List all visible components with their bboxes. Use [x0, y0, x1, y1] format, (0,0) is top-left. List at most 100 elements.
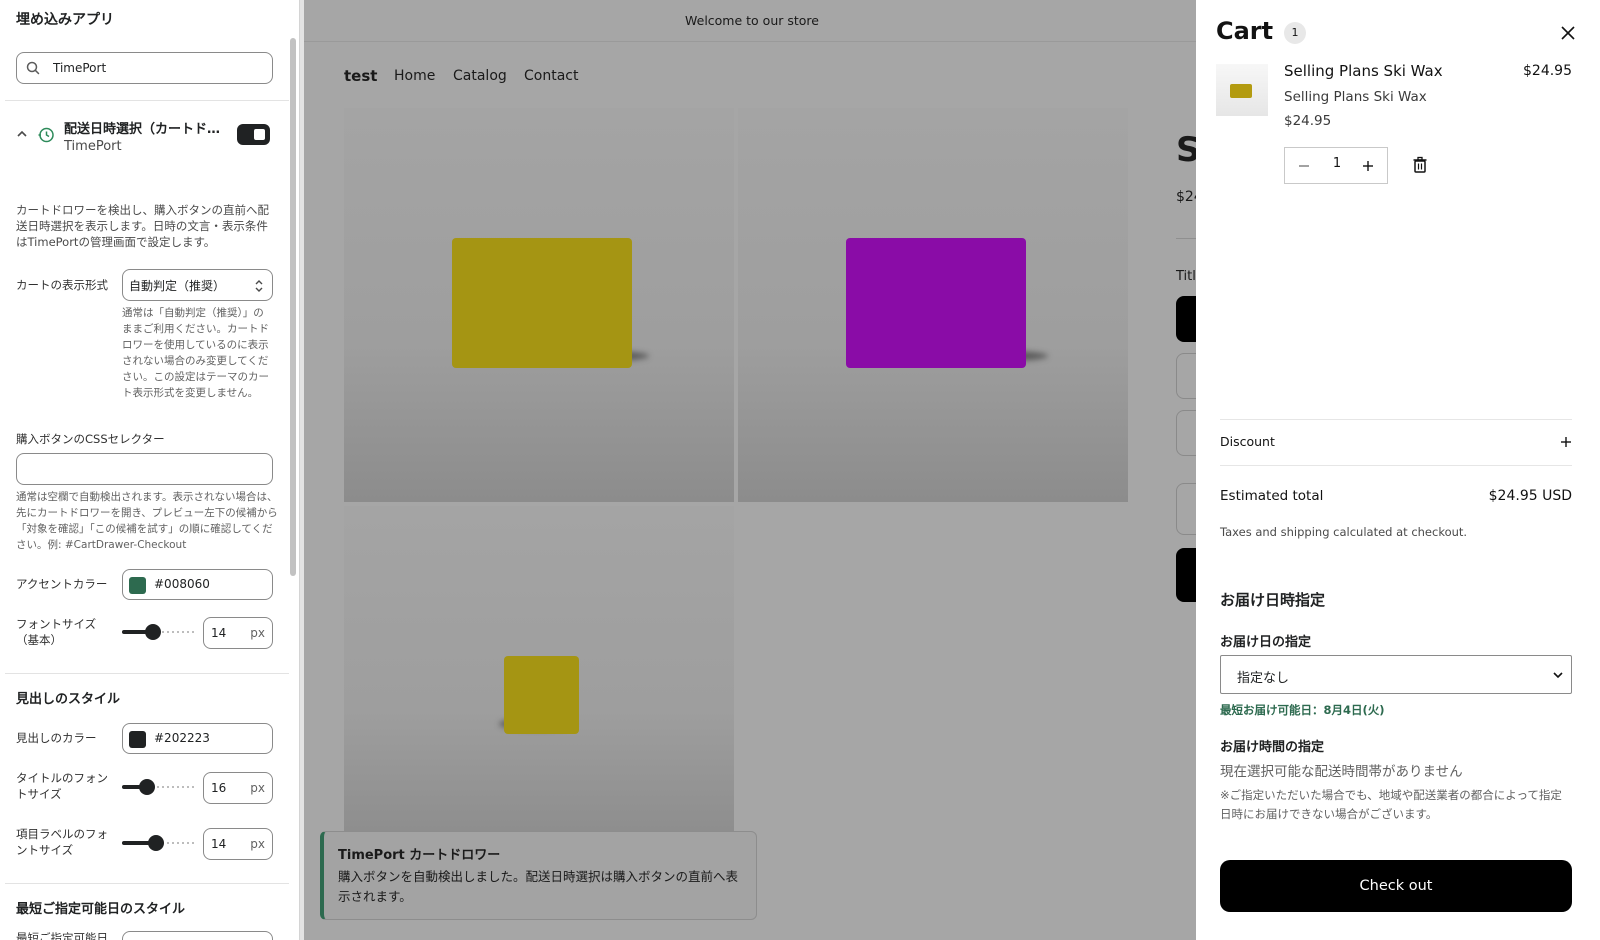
label-size-value: 14: [211, 837, 227, 851]
label-size-label: 項目ラベルのフォントサイズ: [16, 827, 108, 857]
variant-label-peek: Titl: [1176, 269, 1196, 284]
cart-drawer: Cart 1 Selling Plans Ski Wax $24.95 Sell…: [1196, 0, 1600, 940]
delivery-date-value: 指定なし: [1237, 671, 1290, 686]
cart-item-name[interactable]: Selling Plans Ski Wax: [1284, 62, 1443, 80]
delivery-time-empty: 現在選択可能な配送時間帯がありません: [1220, 764, 1463, 780]
divider: [5, 883, 289, 884]
title-size-unit: px: [250, 781, 265, 795]
product-image-purple[interactable]: [738, 108, 1128, 502]
label-size-unit: px: [250, 837, 265, 851]
quantity-stepper: 1: [1284, 147, 1388, 184]
heading-color-value: #202223: [154, 731, 210, 745]
label-size-slider[interactable]: [122, 835, 195, 851]
title-size-label: タイトルのフォントサイズ: [16, 771, 108, 801]
cart-item-unit-price: $24.95: [1284, 113, 1332, 129]
cart-count-badge: 1: [1284, 22, 1306, 44]
app-block-toggle[interactable]: [237, 124, 270, 145]
label-size-input[interactable]: 14 px: [203, 828, 273, 860]
product-image-small[interactable]: [344, 506, 734, 846]
app-block-title: 配送日時選択（カートドロワー）: [64, 122, 224, 137]
cart-item-image[interactable]: [1216, 64, 1268, 116]
toast-message: 購入ボタンを自動検出しました。配送日時選択は購入ボタンの直前へ表示されます。: [338, 869, 739, 904]
panel-scrollbar[interactable]: [290, 38, 296, 576]
accent-color-value: #008060: [154, 577, 210, 591]
product-image-yellow[interactable]: [344, 108, 734, 502]
search-input[interactable]: [53, 59, 253, 77]
embed-settings-panel: 埋め込みアプリ 配送日時選択（カートドロワー） TimePort カートドロワー…: [0, 0, 300, 940]
storefront-preview: Welcome to our store test Home Catalog C…: [304, 0, 1216, 940]
delivery-date-label: お届け日の指定: [1220, 635, 1312, 650]
chevron-up-icon[interactable]: [16, 128, 28, 140]
slider-knob[interactable]: [144, 624, 161, 640]
heading-style-section: 見出しのスタイル: [16, 692, 121, 707]
search-icon: [26, 61, 40, 75]
delivery-note: ※ご指定いただいた場合でも、地域や配送業者の都合によって指定日時にお届けできない…: [1220, 788, 1562, 821]
app-block-app-name: TimePort: [64, 139, 122, 154]
trash-icon[interactable]: [1412, 156, 1428, 174]
delivery-time-label: お届け時間の指定: [1220, 740, 1325, 755]
font-size-input[interactable]: 14 px: [203, 617, 273, 649]
divider: [5, 673, 289, 674]
minus-icon[interactable]: [1295, 157, 1313, 175]
css-selector-input[interactable]: [16, 453, 273, 485]
store-logo[interactable]: test: [344, 67, 377, 85]
heading-color-label: 見出しのカラー: [16, 731, 97, 745]
toast-title: TimePort カートドロワー: [338, 848, 501, 863]
font-size-unit: px: [250, 626, 265, 640]
discount-toggle[interactable]: Discount: [1220, 434, 1275, 449]
title-size-slider[interactable]: [122, 779, 195, 795]
earliest-color-label: 最短ご指定可能日: [16, 931, 108, 940]
app-search[interactable]: [16, 52, 273, 84]
divider: [1220, 465, 1572, 466]
delivery-heading: お届け日時指定: [1220, 591, 1326, 609]
chevron-down-icon: [1553, 672, 1563, 679]
plus-icon[interactable]: [1560, 436, 1572, 448]
select-arrows-icon: [255, 280, 263, 292]
divider: [5, 100, 289, 101]
accent-color-field[interactable]: #008060: [122, 569, 273, 600]
announcement-bar: Welcome to our store: [304, 0, 1200, 42]
quantity-value[interactable]: 1: [1329, 156, 1345, 171]
cart-title: Cart: [1216, 17, 1274, 45]
app-block-description: カートドロワーを検出し、購入ボタンの直前へ配送日時選択を表示します。日時の文言・…: [16, 203, 269, 249]
title-size-input[interactable]: 16 px: [203, 772, 273, 804]
ski-wax-purple: [846, 238, 1026, 368]
slider-knob[interactable]: [147, 835, 164, 851]
close-icon[interactable]: [1561, 26, 1575, 40]
ski-wax-small: [504, 656, 579, 734]
earliest-color-field[interactable]: [122, 931, 273, 940]
estimated-total-label: Estimated total: [1220, 488, 1324, 504]
accent-color-label: アクセントカラー: [16, 577, 108, 591]
earliest-style-section: 最短ご指定可能日のスタイル: [16, 902, 186, 917]
cart-type-select[interactable]: 自動判定（推奨）: [122, 269, 273, 301]
delivery-date-select[interactable]: 指定なし: [1220, 655, 1572, 694]
cart-type-label: カートの表示形式: [16, 278, 108, 292]
tax-note: Taxes and shipping calculated at checkou…: [1220, 525, 1468, 539]
slider-knob[interactable]: [139, 779, 156, 795]
cart-type-help: 通常は「自動判定（推奨）」のままご利用ください。カートドロワーを使用しているのに…: [122, 307, 269, 399]
divider: [1220, 419, 1572, 420]
css-selector-help: 通常は空欄で自動検出されます。表示されない場合は、先にカートドロワーを開き、プレ…: [16, 491, 278, 551]
heading-color-field[interactable]: #202223: [122, 723, 273, 754]
nav-catalog[interactable]: Catalog: [453, 68, 507, 84]
cart-item-variant: Selling Plans Ski Wax: [1284, 89, 1427, 105]
cart-type-value: 自動判定（推奨）: [129, 279, 226, 293]
earliest-delivery-date: 最短お届け可能日：8月4日(火): [1220, 703, 1385, 717]
font-size-value: 14: [211, 626, 227, 640]
nav-contact[interactable]: Contact: [524, 68, 578, 84]
checkout-button[interactable]: Check out: [1220, 860, 1572, 912]
nav-home[interactable]: Home: [394, 68, 435, 84]
title-size-value: 16: [211, 781, 227, 795]
timeport-app-icon: [38, 127, 54, 143]
timeport-toast: TimePort カートドロワー 購入ボタンを自動検出しました。配送日時選択は購…: [320, 831, 757, 920]
cart-item-price: $24.95: [1523, 63, 1572, 79]
font-size-slider[interactable]: [122, 624, 195, 640]
font-size-label: フォントサイズ（基本）: [16, 617, 97, 647]
accent-color-swatch[interactable]: [129, 577, 146, 594]
plus-icon[interactable]: [1359, 157, 1377, 175]
estimated-total-value: $24.95 USD: [1488, 488, 1572, 504]
panel-title: 埋め込みアプリ: [16, 12, 114, 28]
ski-wax-yellow: [452, 238, 632, 368]
heading-color-swatch[interactable]: [129, 731, 146, 748]
css-selector-label: 購入ボタンのCSSセレクター: [16, 432, 165, 446]
